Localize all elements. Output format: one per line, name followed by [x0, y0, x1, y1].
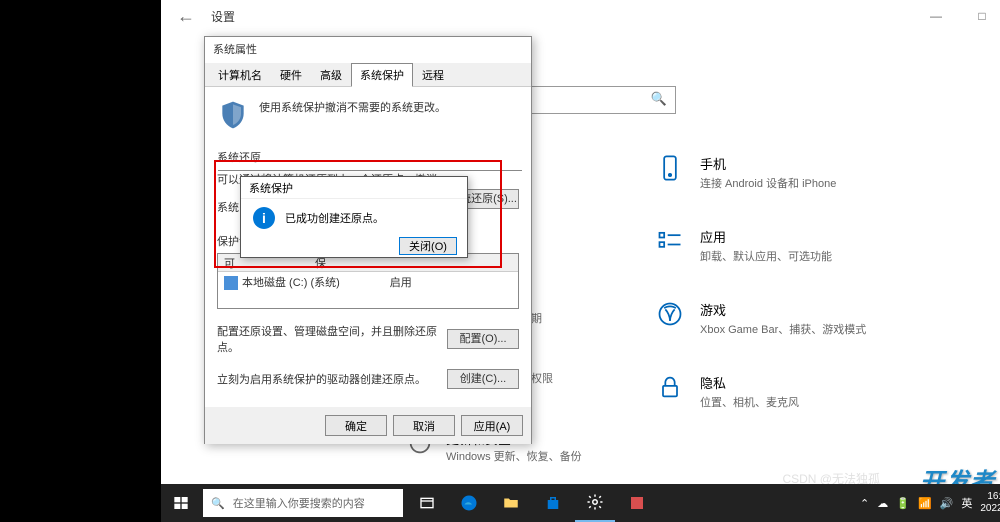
category-desc: 卸载、默认应用、可选功能 [700, 248, 832, 264]
category-desc: 连接 Android 设备和 iPhone [700, 175, 836, 191]
tab-advanced[interactable]: 高级 [311, 63, 351, 86]
store-icon[interactable] [533, 484, 573, 522]
page-title: 设置 [456, 42, 1000, 74]
taskbar-search-input[interactable]: 🔍 在这里输入你要搜索的内容 [203, 489, 403, 517]
category-phone[interactable]: 手机连接 Android 设备和 iPhone [656, 154, 1000, 191]
back-button[interactable]: ← [171, 1, 201, 31]
cancel-button[interactable]: 取消 [393, 415, 455, 436]
disk-icon [224, 276, 238, 290]
taskbar-clock[interactable]: 16:36 2022/9/7 [980, 491, 1000, 515]
configure-text: 配置还原设置、管理磁盘空间，并且删除还原点。 [217, 323, 437, 355]
clock-time: 16:36 [980, 491, 1000, 503]
windows-logo-icon [173, 495, 189, 511]
category-title: 应用 [700, 227, 832, 246]
message-title: 系统保护 [241, 177, 467, 199]
window-controls: — □ ✕ [913, 0, 1000, 32]
col-drive: 可 [224, 255, 235, 271]
taskbar: 🔍 在这里输入你要搜索的内容 ⌃ ☁ 🔋 📶 🔊 英 16:36 2022/9/… [161, 484, 1000, 522]
task-view-button[interactable] [407, 484, 447, 522]
apply-button[interactable]: 应用(A) [461, 415, 523, 436]
create-text: 立刻为启用系统保护的驱动器创建还原点。 [217, 371, 437, 387]
category-title: 隐私 [700, 373, 799, 392]
tab-hardware[interactable]: 硬件 [271, 63, 311, 86]
xbox-icon [656, 300, 684, 328]
ok-button[interactable]: 确定 [325, 415, 387, 436]
search-placeholder: 在这里输入你要搜索的内容 [233, 495, 365, 511]
lock-icon [656, 373, 684, 401]
category-privacy[interactable]: 隐私位置、相机、麦克风 [656, 373, 1000, 410]
hidden-text: 权限 [531, 370, 553, 386]
drive-list: 可保 本地磁盘 (C:) (系统)启用 [217, 253, 519, 309]
tab-computername[interactable]: 计算机名 [209, 63, 271, 86]
tray-volume-icon[interactable]: 🔊 [940, 497, 954, 510]
search-icon: 🔍 [211, 497, 225, 510]
header-text: 使用系统保护撤消不需要的系统更改。 [259, 99, 446, 115]
phone-icon [656, 154, 684, 182]
category-desc: 位置、相机、麦克风 [700, 394, 799, 410]
clock-date: 2022/9/7 [980, 503, 1000, 515]
settings-titlebar: ← 设置 — □ ✕ [161, 0, 1000, 32]
tabs-row: 计算机名 硬件 高级 系统保护 远程 [205, 63, 531, 87]
category-title: 游戏 [700, 300, 866, 319]
tab-remote[interactable]: 远程 [413, 63, 453, 86]
tray-network-icon[interactable]: 📶 [918, 497, 932, 510]
category-gaming[interactable]: 游戏 Xbox Game Bar、捕获、游戏模式 [656, 300, 1000, 337]
close-button[interactable]: 关闭(O) [399, 237, 457, 255]
category-apps[interactable]: 应用卸载、默认应用、可选功能 [656, 227, 1000, 264]
configure-button[interactable]: 配置(O)... [447, 329, 519, 349]
apps-icon [656, 227, 684, 255]
file-explorer-icon[interactable] [491, 484, 531, 522]
drive-row[interactable]: 本地磁盘 (C:) (系统)启用 [218, 272, 518, 292]
settings-taskbar-icon[interactable] [575, 484, 615, 522]
settings-app-title: 设置 [211, 8, 235, 25]
create-button[interactable]: 创建(C)... [447, 369, 519, 389]
system-restore-label: 系统还原 [217, 149, 519, 165]
message-text: 已成功创建还原点。 [285, 210, 384, 226]
category-title: 手机 [700, 154, 836, 173]
category-desc: Xbox Game Bar、捕获、游戏模式 [700, 321, 866, 337]
dialog-title: 系统属性 [205, 37, 531, 63]
system-tray: ⌃ ☁ 🔋 📶 🔊 英 16:36 2022/9/7 💬 [860, 491, 1000, 515]
category-desc: Windows 更新、恢复、备份 [446, 448, 582, 464]
search-icon: 🔍 [651, 91, 667, 107]
tray-battery-icon[interactable]: 🔋 [896, 497, 910, 510]
shield-icon [217, 99, 249, 131]
minimize-button[interactable]: — [913, 0, 959, 32]
hidden-text: 期 [531, 310, 542, 326]
start-button[interactable] [161, 484, 201, 522]
drive-status: 启用 [390, 274, 412, 290]
info-icon: i [253, 207, 275, 229]
tab-system-protection[interactable]: 系统保护 [351, 63, 413, 87]
ime-indicator[interactable]: 英 [961, 495, 972, 511]
app-icon[interactable] [617, 484, 657, 522]
system-protection-message-dialog: 系统保护 i 已成功创建还原点。 关闭(O) [240, 176, 468, 258]
tray-onedrive-icon[interactable]: ☁ [877, 497, 888, 510]
edge-icon[interactable] [449, 484, 489, 522]
annotation-cut-line [218, 170, 522, 171]
tray-chevron-icon[interactable]: ⌃ [860, 497, 869, 510]
maximize-button[interactable]: □ [959, 0, 1000, 32]
